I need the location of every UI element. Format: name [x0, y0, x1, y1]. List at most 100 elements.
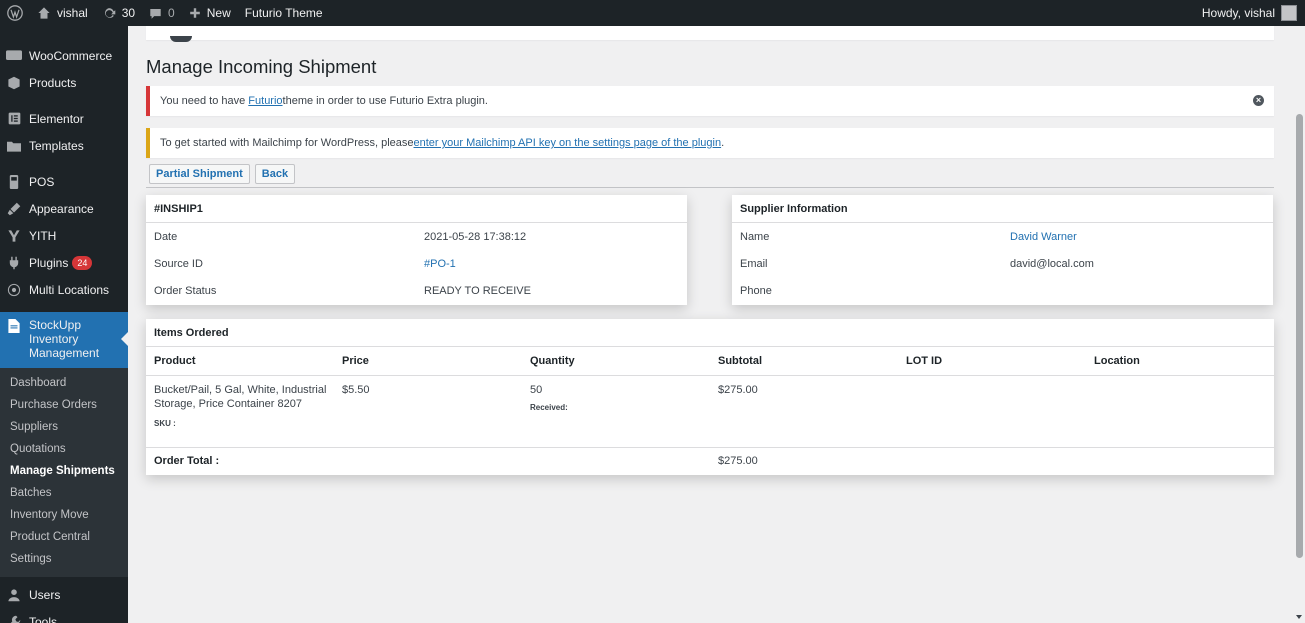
elementor-icon	[6, 111, 22, 127]
plugin-icon	[6, 255, 22, 271]
price-cell: $5.50	[342, 384, 370, 396]
brush-icon	[6, 201, 22, 217]
sidebar-item-yith[interactable]: YITH	[0, 222, 128, 249]
submenu-product-central[interactable]: Product Central	[0, 526, 128, 548]
sidebar-item-woocommerce[interactable]: WooCommerce	[0, 42, 128, 69]
row-label: Source ID	[154, 257, 203, 270]
scrollbar-thumb[interactable]	[1296, 114, 1303, 558]
submenu-purchase-orders[interactable]: Purchase Orders	[0, 394, 128, 416]
scroll-down-icon[interactable]	[1296, 615, 1302, 619]
partial-shipment-button[interactable]: Partial Shipment	[149, 164, 250, 184]
received-label: Received:	[530, 403, 568, 412]
plus-icon	[189, 8, 200, 18]
sidebar-item-templates[interactable]: Templates	[0, 132, 128, 159]
row-label: Name	[740, 230, 770, 243]
updates-link[interactable]: 30	[95, 0, 142, 26]
wrench-icon	[6, 614, 22, 623]
submenu-settings[interactable]: Settings	[0, 548, 128, 570]
site-name-link[interactable]: vishal	[30, 0, 95, 26]
submenu-manage-shipments[interactable]: Manage Shipments	[0, 460, 128, 482]
sidebar-item-label: Elementor	[29, 111, 84, 126]
my-account-link[interactable]: Howdy, vishal	[1195, 0, 1305, 26]
order-status: READY TO RECEIVE	[424, 284, 531, 297]
action-buttons: Partial Shipment Back	[149, 164, 296, 184]
sidebar-item-label: Appearance	[29, 201, 94, 216]
refresh-icon	[104, 8, 115, 18]
main-content: Manage Incoming Shipment You need to hav…	[128, 26, 1293, 623]
futurio-error-notice: You need to have Futurio theme in order …	[146, 86, 1274, 116]
sidebar-item-tools[interactable]: Tools	[0, 608, 128, 623]
notice-text: You need to have	[160, 95, 246, 107]
sidebar-item-stockupp[interactable]: StockUpp Inventory Management	[0, 312, 128, 368]
sidebar-item-label: Products	[29, 75, 77, 90]
theme-label: Futurio Theme	[244, 6, 323, 20]
row-label: Order Status	[154, 284, 217, 297]
notice-text: theme in order to use Futurio Extra plug…	[282, 95, 488, 107]
futurio-link[interactable]: Futurio	[248, 95, 282, 107]
sidebar-item-label: Tools	[29, 614, 58, 623]
lot-id-cell	[906, 376, 1094, 447]
document-icon	[6, 318, 22, 334]
items-title: Items Ordered	[146, 319, 1274, 347]
row-label: Phone	[740, 284, 772, 297]
source-id-link[interactable]: #PO-1	[424, 258, 456, 270]
mailchimp-warning-notice: To get started with Mailchimp for WordPr…	[146, 128, 1274, 158]
sidebar-item-pos[interactable]: POS	[0, 168, 128, 195]
sidebar-item-multi-locations[interactable]: Multi Locations	[0, 276, 128, 303]
sidebar-item-products[interactable]: Products	[0, 69, 128, 96]
product-cell: Bucket/Pail, 5 Gal, White, Industrial St…	[154, 376, 342, 447]
sidebar-item-users[interactable]: Users	[0, 581, 128, 608]
dismiss-notice-button[interactable]: ×	[1253, 95, 1264, 106]
sidebar-item-label: YITH	[29, 228, 57, 243]
column-header: LOT ID	[906, 355, 943, 367]
sidebar-item-label: Templates	[29, 138, 84, 153]
back-button[interactable]: Back	[254, 164, 296, 184]
submenu-quotations[interactable]: Quotations	[0, 438, 128, 460]
location-cell	[1094, 376, 1274, 447]
product-name: Bucket/Pail, 5 Gal, White, Industrial St…	[154, 384, 327, 410]
mailchimp-settings-link[interactable]: enter your Mailchimp API key on the sett…	[414, 137, 722, 149]
supplier-email: david@local.com	[1010, 257, 1094, 270]
new-content-link[interactable]: New	[182, 0, 238, 26]
sidebar-item-label: Plugins	[29, 255, 69, 270]
table-row: Bucket/Pail, 5 Gal, White, Industrial St…	[146, 376, 1274, 448]
wordpress-icon	[7, 5, 23, 21]
shipment-date: 2021-05-28 17:38:12	[424, 230, 527, 243]
quantity-cell: 50 Received:	[530, 376, 718, 447]
wordpress-logo-button[interactable]	[0, 0, 30, 26]
submenu-dashboard[interactable]: Dashboard	[0, 372, 128, 394]
shipment-date-row: Date 2021-05-28 17:38:12	[146, 223, 687, 250]
shipment-id: #INSHIP1	[146, 195, 687, 223]
new-label: New	[206, 6, 231, 20]
sidebar-item-appearance[interactable]: Appearance	[0, 195, 128, 222]
supplier-info-card: Supplier Information Name David Warner E…	[732, 195, 1273, 305]
header-strip	[146, 26, 1274, 42]
order-total-label: Order Total :	[154, 455, 220, 467]
avatar	[1281, 5, 1297, 21]
supplier-name-link[interactable]: David Warner	[1010, 231, 1077, 243]
column-header: Location	[1094, 355, 1140, 367]
sidebar-item-plugins[interactable]: Plugins 24	[0, 249, 128, 276]
updates-count: 30	[121, 6, 136, 20]
supplier-title: Supplier Information	[732, 195, 1273, 223]
page-scrollbar[interactable]	[1293, 26, 1305, 623]
theme-link[interactable]: Futurio Theme	[238, 0, 330, 26]
notice-text: To get started with Mailchimp for WordPr…	[160, 137, 414, 149]
sidebar-item-elementor[interactable]: Elementor	[0, 105, 128, 132]
comments-link[interactable]: 0	[142, 0, 182, 26]
folder-icon	[6, 138, 22, 154]
items-table-header: Product Price Quantity Subtotal LOT ID L…	[146, 347, 1274, 376]
admin-sidebar: WooCommerce Products Elementor Templates…	[0, 26, 128, 623]
supplier-email-row: Email david@local.com	[732, 250, 1273, 277]
order-total-row: Order Total : $275.00	[146, 448, 1274, 475]
submenu-inventory-move[interactable]: Inventory Move	[0, 504, 128, 526]
sidebar-item-label: Multi Locations	[29, 282, 110, 297]
submenu-batches[interactable]: Batches	[0, 482, 128, 504]
sidebar-item-label: Users	[29, 587, 61, 602]
sidebar-item-label: WooCommerce	[29, 48, 113, 63]
woo-icon	[6, 48, 22, 64]
admin-bar: vishal 30 0 New Futurio Theme Howdy, vis…	[0, 0, 1305, 26]
submenu-suppliers[interactable]: Suppliers	[0, 416, 128, 438]
shipment-info-card: #INSHIP1 Date 2021-05-28 17:38:12 Source…	[146, 195, 687, 305]
sku-label: SKU :	[154, 419, 176, 428]
